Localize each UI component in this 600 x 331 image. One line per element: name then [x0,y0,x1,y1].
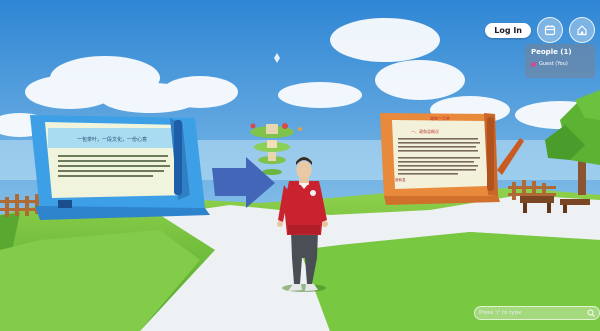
login-button[interactable]: Log In [485,22,531,38]
right-board-logo: 政和三月茶 [430,115,450,121]
home-button[interactable] [569,17,595,43]
left-board-heading: 一包茶叶，一段文化，一份心意 [77,136,147,143]
people-panel[interactable]: People (1) Guest (You) [525,44,595,78]
top-toolbar: Log In [485,17,595,43]
people-list-item[interactable]: Guest (You) [531,61,589,67]
left-info-board [30,115,210,220]
home-icon [577,25,587,36]
presence-dot [531,61,536,67]
calendar-icon [544,25,556,36]
people-item-name: Guest (You) [539,61,568,67]
chat-input-field[interactable]: Press '/' to type [474,306,600,320]
search-icon[interactable] [587,309,595,317]
calendar-button[interactable] [537,17,563,43]
people-panel-title: People (1) [531,48,572,56]
right-board-footer: 政和县 [395,177,406,182]
3d-scene: 一包茶叶，一段文化，一份心意 政和三月茶 一、政和县概况 政和县 [0,0,600,331]
right-board-heading: 一、政和县概况 [411,128,439,134]
virtual-world-viewport[interactable]: 一包茶叶，一段文化，一份心意 政和三月茶 一、政和县概况 政和县 Log In … [0,0,600,331]
chat-placeholder: Press '/' to type [479,310,522,316]
